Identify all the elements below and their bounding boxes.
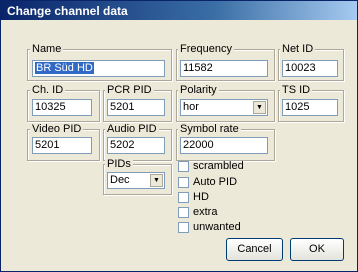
ts-id-label: TS ID [280,84,313,96]
auto-pid-checkbox[interactable] [178,177,189,188]
pids-value: Dec [110,174,130,186]
pcr-pid-field[interactable]: 5201 [107,99,165,116]
video-pid-field[interactable]: 5201 [32,137,92,154]
symbol-rate-field[interactable]: 22000 [180,137,268,154]
scrambled-label: scrambled [193,160,244,172]
net-id-field[interactable]: 10023 [282,60,338,77]
name-value: BR Süd HD [35,62,94,74]
polarity-value: hor [183,101,199,113]
extra-checkbox[interactable] [178,207,189,218]
hd-label: HD [193,191,209,203]
dialog-title: Change channel data [7,4,128,18]
pids-label: PIDs [105,158,133,170]
ts-id-field[interactable]: 1025 [282,99,338,116]
cancel-button[interactable]: Cancel [226,238,283,261]
symbol-rate-label: Symbol rate [178,123,241,135]
dropdown-arrow-icon[interactable]: ▼ [150,174,163,187]
pids-dropdown[interactable]: Dec ▼ [107,172,165,189]
ch-id-field[interactable]: 10325 [32,99,92,116]
ok-button[interactable]: OK [290,238,344,261]
video-pid-label: Video PID [30,123,84,135]
scrambled-checkbox[interactable] [178,161,189,172]
hd-checkbox[interactable] [178,192,189,203]
unwanted-label: unwanted [193,221,241,233]
unwanted-checkbox[interactable] [178,222,189,233]
audio-pid-label: Audio PID [105,123,159,135]
audio-pid-field[interactable]: 5202 [107,137,165,154]
net-id-label: Net ID [280,43,316,55]
pcr-pid-label: PCR PID [105,84,154,96]
title-bar[interactable]: Change channel data [1,1,357,20]
dropdown-arrow-icon[interactable]: ▼ [253,101,266,114]
name-field[interactable]: BR Süd HD [32,60,165,77]
frequency-label: Frequency [178,43,234,55]
name-label: Name [30,43,64,55]
polarity-dropdown[interactable]: hor ▼ [180,99,268,116]
extra-label: extra [193,206,218,218]
frequency-field[interactable]: 11582 [180,60,268,77]
ch-id-label: Ch. ID [30,84,66,96]
polarity-label: Polarity [178,84,219,96]
change-channel-dialog: Change channel data Name BR Süd HD Frequ… [0,0,358,272]
auto-pid-label: Auto PID [193,176,238,188]
